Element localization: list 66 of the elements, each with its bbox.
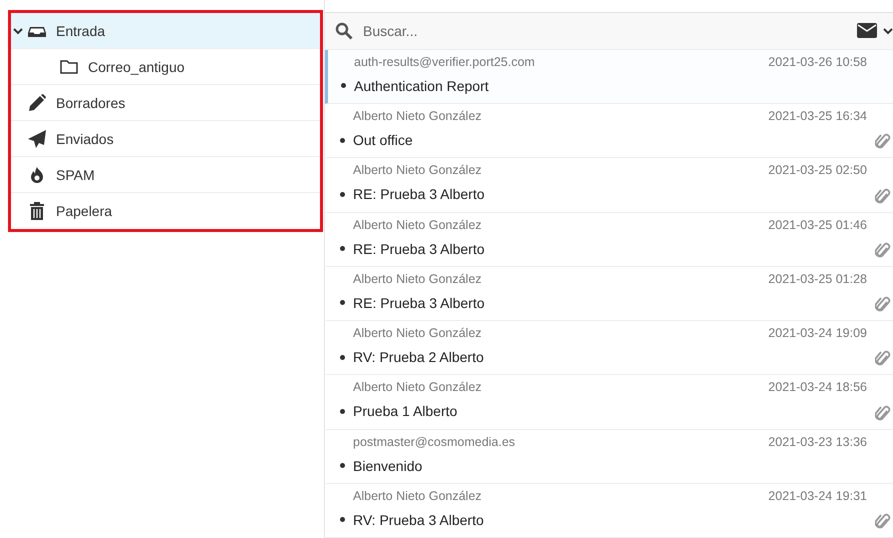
message-sender: Alberto Nieto González <box>353 218 482 232</box>
folder-item[interactable]: Papelera <box>11 193 320 229</box>
message-row[interactable]: Alberto Nieto González 2021-03-24 19:09 RV: Prueba 2 Alberto <box>325 321 893 376</box>
message-subject: Authentication Report <box>354 78 489 94</box>
message-row[interactable]: Alberto Nieto González 2021-03-25 01:46 RE: Prueba 3 Alberto <box>325 212 893 267</box>
folder-label: Borradores <box>56 94 126 110</box>
message-row[interactable]: Alberto Nieto González 2021-03-25 01:28 RE: Prueba 3 Alberto <box>325 266 893 322</box>
message-date: 2021-03-25 01:28 <box>768 272 867 286</box>
message-date: 2021-03-26 10:58 <box>768 54 867 69</box>
folder-label: Correo_antiguo <box>88 58 185 74</box>
message-subject: RV: Prueba 3 Alberto <box>353 512 484 528</box>
caret-icon[interactable] <box>883 26 893 35</box>
message-sender: postmaster@cosmomedia.es <box>353 434 516 449</box>
envelope-icon[interactable] <box>857 23 877 38</box>
message-row[interactable]: Alberto Nieto González 2021-03-24 19:31 RV: Prueba 3 Alberto <box>325 484 893 538</box>
unread-dot <box>340 408 345 414</box>
unread-dot <box>340 300 345 306</box>
folder-item[interactable]: Borradores <box>11 85 320 121</box>
message-subject: Out office <box>353 132 413 148</box>
folder-label: Papelera <box>56 203 112 219</box>
message-sender: Alberto Nieto González <box>353 109 482 124</box>
folder-label: SPAM <box>56 166 95 182</box>
message-subject: RE: Prueba 3 Alberto <box>353 240 485 257</box>
folder-label: Enviados <box>56 130 114 146</box>
message-date: 2021-03-25 02:50 <box>768 163 867 178</box>
folder-item[interactable]: Enviados <box>11 121 320 157</box>
unread-dot <box>340 463 345 468</box>
unread-dot <box>340 517 345 522</box>
message-sender: Alberto Nieto González <box>353 272 482 286</box>
pencil-icon <box>27 92 47 112</box>
unread-dot <box>341 83 346 88</box>
folder-item[interactable]: SPAM <box>11 157 320 193</box>
message-subject: Prueba 1 Alberto <box>353 403 458 420</box>
paper-plane-icon <box>27 128 47 148</box>
message-row[interactable]: Alberto Nieto González 2021-03-25 16:34 Out office <box>325 104 893 158</box>
search-input[interactable]: Buscar... <box>361 22 849 40</box>
folder-item[interactable]: Correo_antiguo <box>11 49 320 85</box>
unread-dot <box>340 354 345 360</box>
message-date: 2021-03-24 19:31 <box>768 488 867 503</box>
message-date: 2021-03-25 16:34 <box>768 109 867 124</box>
message-subject: RV: Prueba 2 Alberto <box>353 349 484 366</box>
message-subject: Bienvenido <box>353 458 422 474</box>
message-date: 2021-03-23 13:36 <box>768 434 867 449</box>
unread-dot <box>340 138 345 143</box>
folder-item[interactable]: Entrada <box>11 13 320 49</box>
search-field[interactable]: Buscar... <box>325 12 893 50</box>
message-subject: RE: Prueba 3 Alberto <box>353 294 485 311</box>
message-sender: Alberto Nieto González <box>353 163 482 178</box>
message-date: 2021-03-25 01:46 <box>768 218 867 232</box>
message-sender: Alberto Nieto González <box>353 488 482 503</box>
unread-dot <box>340 246 345 252</box>
message-sender: auth-results@verifier.port25.com <box>354 54 535 69</box>
unread-dot <box>340 192 345 197</box>
search-icon <box>335 22 353 40</box>
message-row[interactable]: Alberto Nieto González 2021-03-25 02:50 RE: Prueba 3 Alberto <box>325 158 893 213</box>
message-date: 2021-03-24 19:09 <box>768 326 867 340</box>
message-row[interactable]: Alberto Nieto González 2021-03-24 18:56 Prueba 1 Alberto <box>325 375 893 430</box>
caret-icon[interactable] <box>13 26 23 36</box>
trash-icon <box>27 201 47 221</box>
message-row[interactable]: postmaster@cosmomedia.es 2021-03-23 13:36 Bienvenido <box>325 430 893 484</box>
message-sender: Alberto Nieto González <box>353 326 482 340</box>
message-row[interactable]: auth-results@verifier.port25.com 2021-03-26 10:58 Authentication Report <box>325 50 893 104</box>
message-sender: Alberto Nieto González <box>353 380 482 394</box>
folder-label: Entrada <box>56 22 106 38</box>
message-subject: RE: Prueba 3 Alberto <box>353 186 485 202</box>
message-date: 2021-03-24 18:56 <box>768 380 867 394</box>
